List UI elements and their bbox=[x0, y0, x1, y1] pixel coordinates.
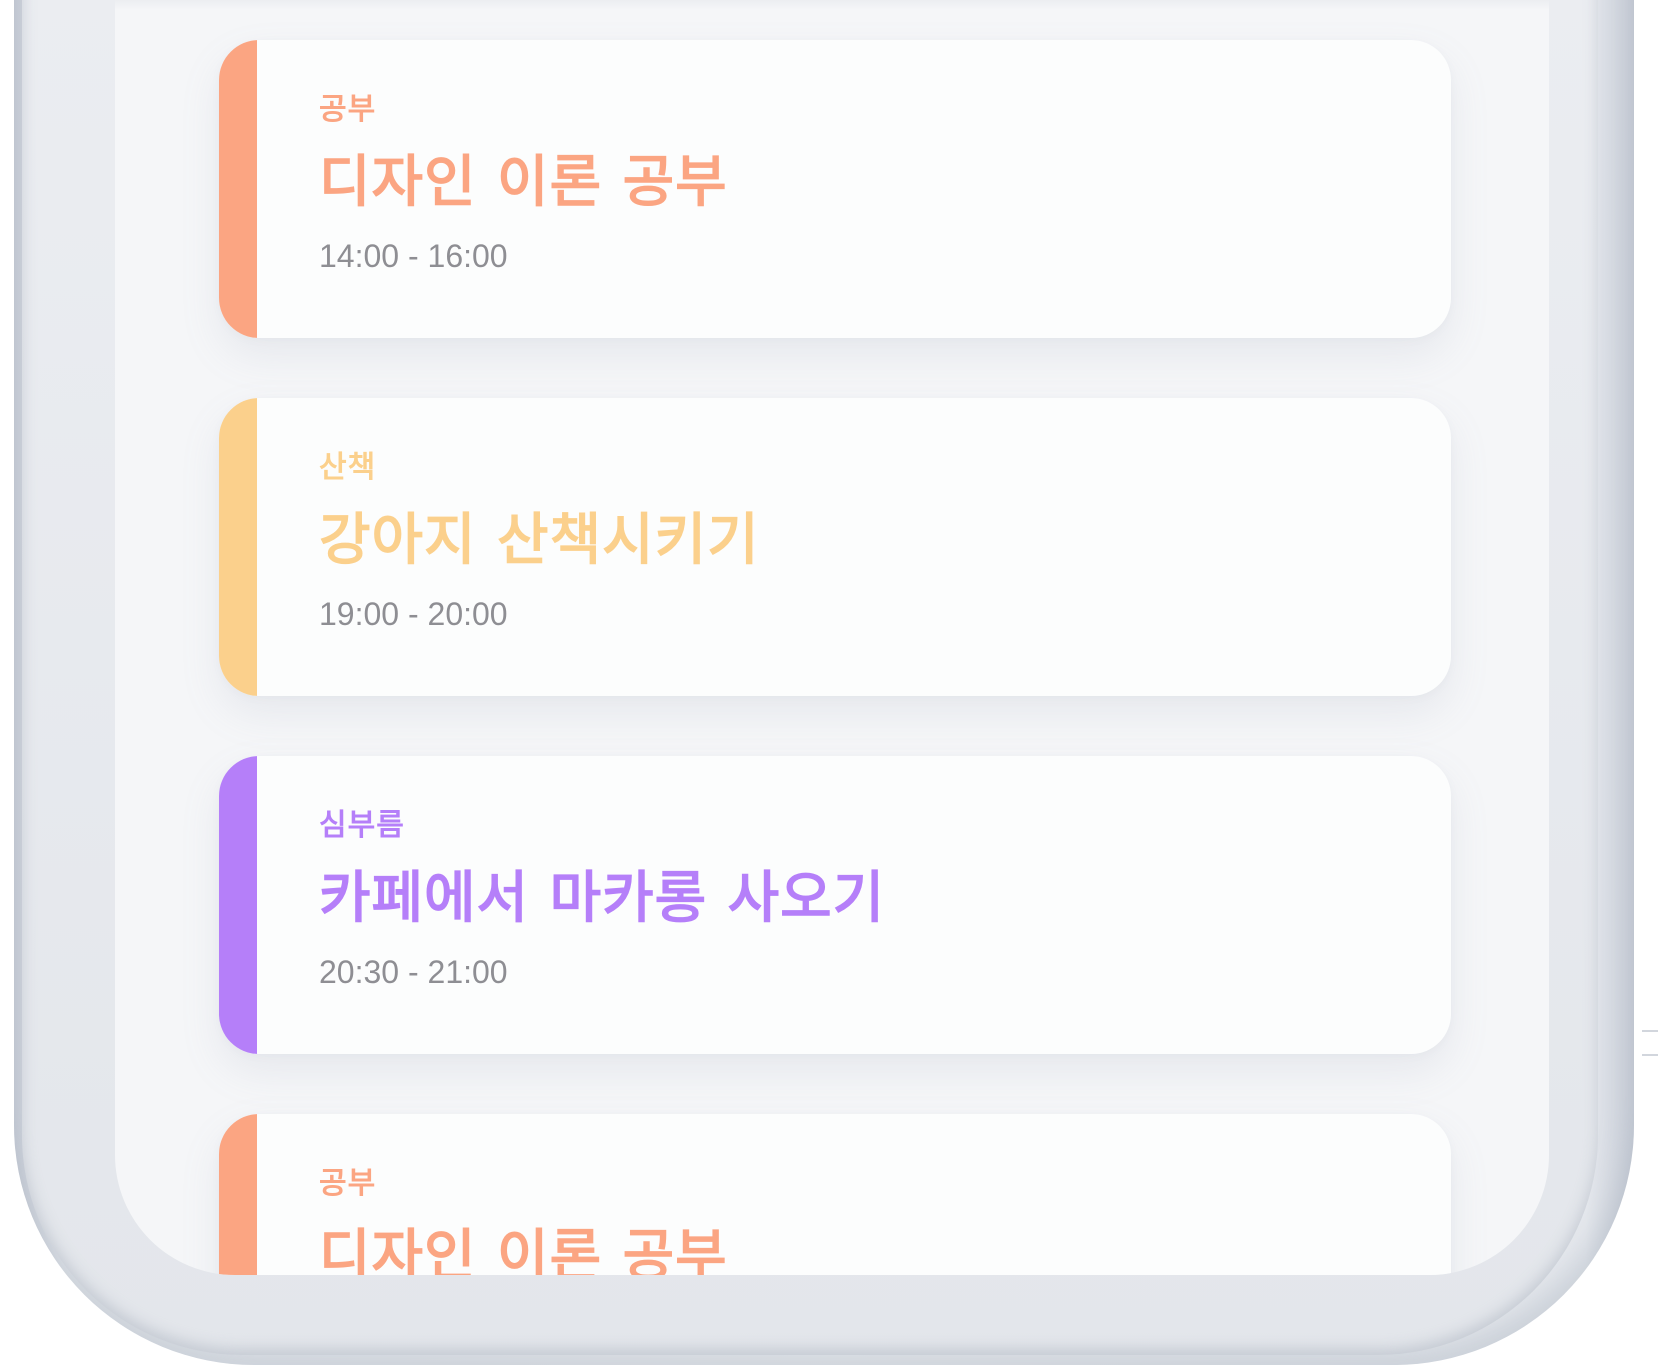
app-screen: 공부 디자인 이론 공부 14:00 - 16:00 산책 강아지 산책시키기 … bbox=[115, 0, 1549, 1275]
card-time: 20:30 - 21:00 bbox=[319, 954, 508, 990]
card-title: 디자인 이론 공부 bbox=[319, 150, 728, 215]
phone-side-button bbox=[1642, 1030, 1658, 1056]
phone-mockup: 공부 디자인 이론 공부 14:00 - 16:00 산책 강아지 산책시키기 … bbox=[0, 0, 1664, 1365]
card-content: 공부 디자인 이론 공부 14:00 - 16:00 bbox=[319, 90, 1411, 276]
card-content: 심부름 카페에서 마카롱 사오기 20:30 - 21:00 bbox=[319, 806, 1411, 992]
schedule-card[interactable]: 공부 디자인 이론 공부 bbox=[219, 1114, 1451, 1275]
card-color-bar bbox=[219, 398, 257, 696]
card-title: 디자인 이론 공부 bbox=[319, 1224, 728, 1275]
schedule-card[interactable]: 심부름 카페에서 마카롱 사오기 20:30 - 21:00 bbox=[219, 756, 1451, 1054]
card-time: 19:00 - 20:00 bbox=[319, 596, 508, 632]
card-content: 공부 디자인 이론 공부 bbox=[319, 1164, 1411, 1275]
card-title: 카페에서 마카롱 사오기 bbox=[319, 866, 886, 931]
card-title: 강아지 산책시키기 bbox=[319, 508, 760, 573]
schedule-card[interactable]: 공부 디자인 이론 공부 14:00 - 16:00 bbox=[219, 40, 1451, 338]
card-category: 공부 bbox=[319, 92, 377, 127]
card-category: 공부 bbox=[319, 1166, 377, 1201]
card-category: 심부름 bbox=[319, 808, 405, 843]
card-time: 14:00 - 16:00 bbox=[319, 238, 508, 274]
card-category: 산책 bbox=[319, 450, 377, 485]
card-color-bar bbox=[219, 756, 257, 1054]
schedule-card[interactable]: 산책 강아지 산책시키기 19:00 - 20:00 bbox=[219, 398, 1451, 696]
card-content: 산책 강아지 산책시키기 19:00 - 20:00 bbox=[319, 448, 1411, 634]
card-color-bar bbox=[219, 40, 257, 338]
scroll-edge bbox=[115, 0, 1549, 10]
card-color-bar bbox=[219, 1114, 257, 1275]
